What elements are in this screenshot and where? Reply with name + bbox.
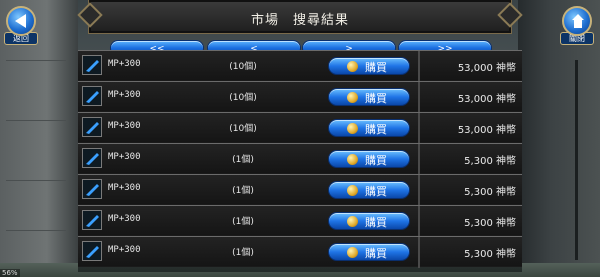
page-title: 市場 搜尋結果 [250,13,349,28]
potion-feather-icon [82,210,102,230]
buy-button-label: 購買 [365,92,387,105]
item-quantity: (1個) [232,248,254,258]
potion-feather-icon [82,148,102,168]
potion-feather-icon [82,179,102,199]
item-quantity: (10個) [229,124,257,134]
status-readout: 56% [0,269,20,277]
list-item: MP+300 (1個) 購買 5,300 神幣 [78,205,522,237]
item-name: MP+300 [108,59,141,69]
item-price: 5,300 神幣 [464,187,516,198]
gold-coin-icon [347,185,358,196]
buy-button[interactable]: 購買 [328,243,410,261]
gold-coin-icon [347,92,358,103]
list-item: MP+300 (10個) 購買 53,000 神幣 [78,81,522,113]
item-name: MP+300 [108,121,141,131]
buy-button-label: 購買 [365,247,387,260]
potion-feather-icon [82,55,102,75]
item-price: 5,300 神幣 [464,218,516,229]
item-quantity: (10個) [229,62,257,72]
item-quantity: (1個) [232,217,254,227]
divider [418,206,420,237]
list-item: MP+300 (1個) 購買 5,300 神幣 [78,236,522,268]
item-quantity: (1個) [232,155,254,165]
divider [418,237,420,268]
potion-feather-icon [82,117,102,137]
potion-feather-icon [82,241,102,261]
item-quantity: (10個) [229,93,257,103]
item-name: MP+300 [108,245,141,255]
title-bar: 市場 搜尋結果 [77,0,523,34]
gold-coin-icon [347,123,358,134]
gold-coin-icon [347,154,358,165]
divider [418,113,420,144]
divider [418,144,420,175]
back-button[interactable]: 返回 [4,6,38,45]
divider [418,175,420,206]
item-price: 5,300 神幣 [464,156,516,167]
gold-coin-icon [347,216,358,227]
search-results-list[interactable]: MP+300 (10個) 購買 53,000 神幣 MP+300 (10個) 購… [78,50,522,272]
list-item: MP+300 (1個) 購買 5,300 神幣 [78,143,522,175]
item-price: 53,000 神幣 [457,125,516,136]
buy-button-label: 購買 [365,61,387,74]
buy-button[interactable]: 購買 [328,57,410,75]
buy-button[interactable]: 購買 [328,88,410,106]
back-arrow-icon [6,6,36,36]
home-icon [562,6,592,36]
buy-button-label: 購買 [365,216,387,229]
item-name: MP+300 [108,183,141,193]
item-name: MP+300 [108,152,141,162]
divider [418,82,420,113]
item-price: 53,000 神幣 [457,94,516,105]
close-button[interactable]: 關閉 [560,6,594,45]
buy-button[interactable]: 購買 [328,119,410,137]
gold-coin-icon [347,247,358,258]
item-name: MP+300 [108,214,141,224]
item-quantity: (1個) [232,186,254,196]
buy-button[interactable]: 購買 [328,212,410,230]
list-item: MP+300 (10個) 購買 53,000 神幣 [78,112,522,144]
item-price: 53,000 神幣 [457,63,516,74]
buy-button[interactable]: 購買 [328,150,410,168]
item-price: 5,300 神幣 [464,249,516,260]
divider [418,51,420,82]
buy-button[interactable]: 購買 [328,181,410,199]
buy-button-label: 購買 [365,123,387,136]
buy-button-label: 購買 [365,154,387,167]
gold-coin-icon [347,61,358,72]
list-item: MP+300 (10個) 購買 53,000 神幣 [78,50,522,82]
home-glyph [572,14,584,28]
buy-button-label: 購買 [365,185,387,198]
potion-feather-icon [82,86,102,106]
item-name: MP+300 [108,90,141,100]
list-item: MP+300 (1個) 購買 5,300 神幣 [78,174,522,206]
